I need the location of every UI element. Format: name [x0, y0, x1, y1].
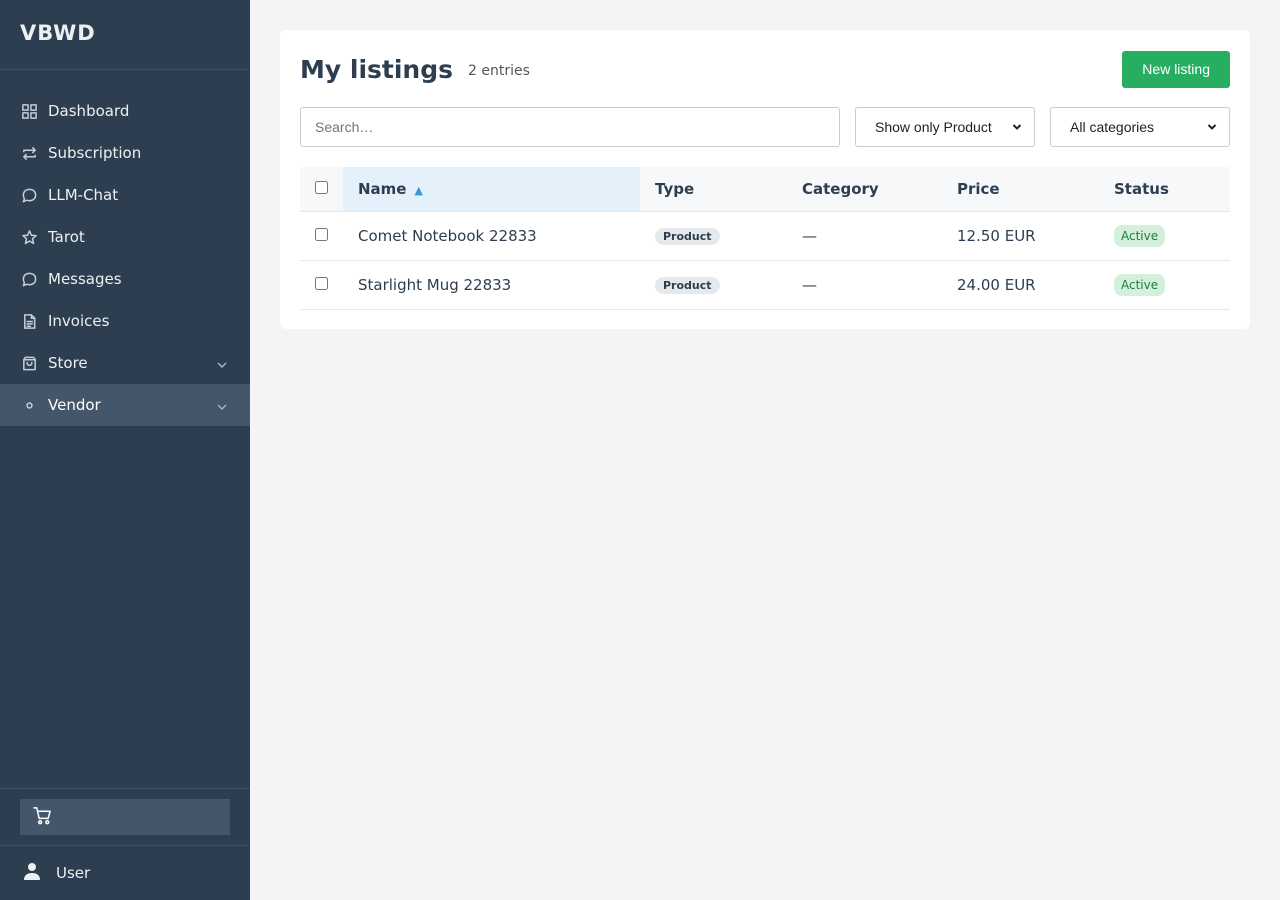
- category-filter-value: All categories: [1070, 119, 1155, 135]
- sidebar-item-label: Invoices: [48, 312, 110, 330]
- star-icon: [20, 228, 38, 246]
- cart-button[interactable]: [20, 799, 230, 835]
- column-header-price[interactable]: Price: [942, 167, 1099, 212]
- sidebar-nav: Dashboard Subscription LLM-Chat Tarot Me…: [0, 70, 250, 426]
- row-checkbox[interactable]: [315, 276, 328, 290]
- type-badge: Product: [655, 277, 720, 294]
- search-input[interactable]: [300, 107, 840, 147]
- sidebar-item-label: Subscription: [48, 144, 142, 162]
- sidebar-item-label: Vendor: [48, 396, 101, 414]
- select-all-cell: [300, 167, 343, 212]
- sidebar-item-llm-chat[interactable]: LLM-Chat: [0, 174, 250, 216]
- chat-bubble-icon: [20, 186, 38, 204]
- sidebar-footer: User: [0, 788, 250, 900]
- sidebar-item-vendor[interactable]: Vendor: [0, 384, 250, 426]
- sidebar: VBWD Dashboard Subscription LLM-Chat Tar…: [0, 0, 250, 900]
- chevron-down-icon[interactable]: [216, 399, 228, 411]
- type-filter-value: Show only Product: [875, 119, 992, 135]
- document-icon: [20, 312, 38, 330]
- cart-icon: [32, 805, 53, 830]
- listing-price: 24.00 EUR: [942, 260, 1099, 310]
- sort-ascending-icon: ▲: [414, 183, 423, 197]
- repeat-icon: [20, 144, 38, 162]
- column-header-type[interactable]: Type: [640, 167, 787, 212]
- sidebar-item-invoices[interactable]: Invoices: [0, 300, 250, 342]
- row-select-cell: [300, 260, 343, 310]
- listing-category: —: [787, 211, 942, 261]
- listings-table: Name▲ Type Category Price Status Comet: [300, 167, 1230, 310]
- user-label: User: [56, 864, 91, 882]
- category-filter-select[interactable]: All categories: [1050, 107, 1230, 147]
- sidebar-item-tarot[interactable]: Tarot: [0, 216, 250, 258]
- sidebar-item-subscription[interactable]: Subscription: [0, 132, 250, 174]
- column-header-label: Category: [802, 179, 879, 198]
- column-header-label: Name: [358, 179, 407, 198]
- status-badge: Active: [1114, 224, 1166, 247]
- chevron-down-icon: [1207, 119, 1217, 135]
- listing-category: —: [787, 260, 942, 310]
- column-header-label: Status: [1114, 179, 1169, 198]
- column-header-name[interactable]: Name ▲: [343, 167, 640, 212]
- sidebar-item-label: Tarot: [48, 228, 85, 246]
- user-icon: [22, 861, 56, 885]
- listing-type-cell: Product: [640, 211, 787, 261]
- chevron-down-icon[interactable]: [216, 357, 228, 369]
- sidebar-item-store[interactable]: Store: [0, 342, 250, 384]
- column-header-label: Type: [655, 179, 695, 198]
- chat-bubble-icon: [20, 270, 38, 288]
- column-header-status[interactable]: Status: [1099, 167, 1230, 212]
- row-checkbox[interactable]: [315, 227, 328, 241]
- column-header-category[interactable]: Category: [787, 167, 942, 212]
- bag-icon: [20, 354, 38, 372]
- sidebar-item-label: LLM-Chat: [48, 186, 119, 204]
- user-menu[interactable]: User: [0, 845, 250, 900]
- listing-name[interactable]: Comet Notebook 22833: [343, 211, 640, 261]
- sidebar-item-dashboard[interactable]: Dashboard: [0, 90, 250, 132]
- filter-bar: Show only Product All categories: [300, 107, 1230, 147]
- listing-status-cell: Active: [1099, 211, 1230, 261]
- listings-card: My listings 2 entries New listing Show o…: [280, 30, 1250, 329]
- page-title: My listings: [300, 54, 453, 84]
- type-filter-select[interactable]: Show only Product: [855, 107, 1035, 147]
- select-all-checkbox[interactable]: [315, 180, 328, 194]
- card-header: My listings 2 entries New listing: [300, 50, 1230, 88]
- chevron-down-icon: [1012, 119, 1022, 135]
- status-badge: Active: [1114, 273, 1166, 296]
- row-select-cell: [300, 211, 343, 261]
- column-header-label: Price: [957, 179, 1000, 198]
- table-row[interactable]: Comet Notebook 22833 Product — 12.50 EUR…: [300, 211, 1230, 261]
- table-row[interactable]: Starlight Mug 22833 Product — 24.00 EUR …: [300, 260, 1230, 310]
- table-header-row: Name ▲ Type Category Price Status: [300, 167, 1230, 212]
- sidebar-item-label: Store: [48, 354, 88, 372]
- dot-icon: [20, 396, 38, 414]
- brand-logo[interactable]: VBWD: [0, 0, 250, 70]
- sidebar-item-messages[interactable]: Messages: [0, 258, 250, 300]
- grid-icon: [20, 102, 38, 120]
- type-badge: Product: [655, 228, 720, 245]
- listing-name[interactable]: Starlight Mug 22833: [343, 260, 640, 310]
- listing-type-cell: Product: [640, 260, 787, 310]
- new-listing-button[interactable]: New listing: [1122, 50, 1230, 88]
- listing-status-cell: Active: [1099, 260, 1230, 310]
- entry-count: 2 entries: [468, 63, 530, 79]
- listing-price: 12.50 EUR: [942, 211, 1099, 261]
- sidebar-item-label: Messages: [48, 270, 122, 288]
- sidebar-item-label: Dashboard: [48, 102, 130, 120]
